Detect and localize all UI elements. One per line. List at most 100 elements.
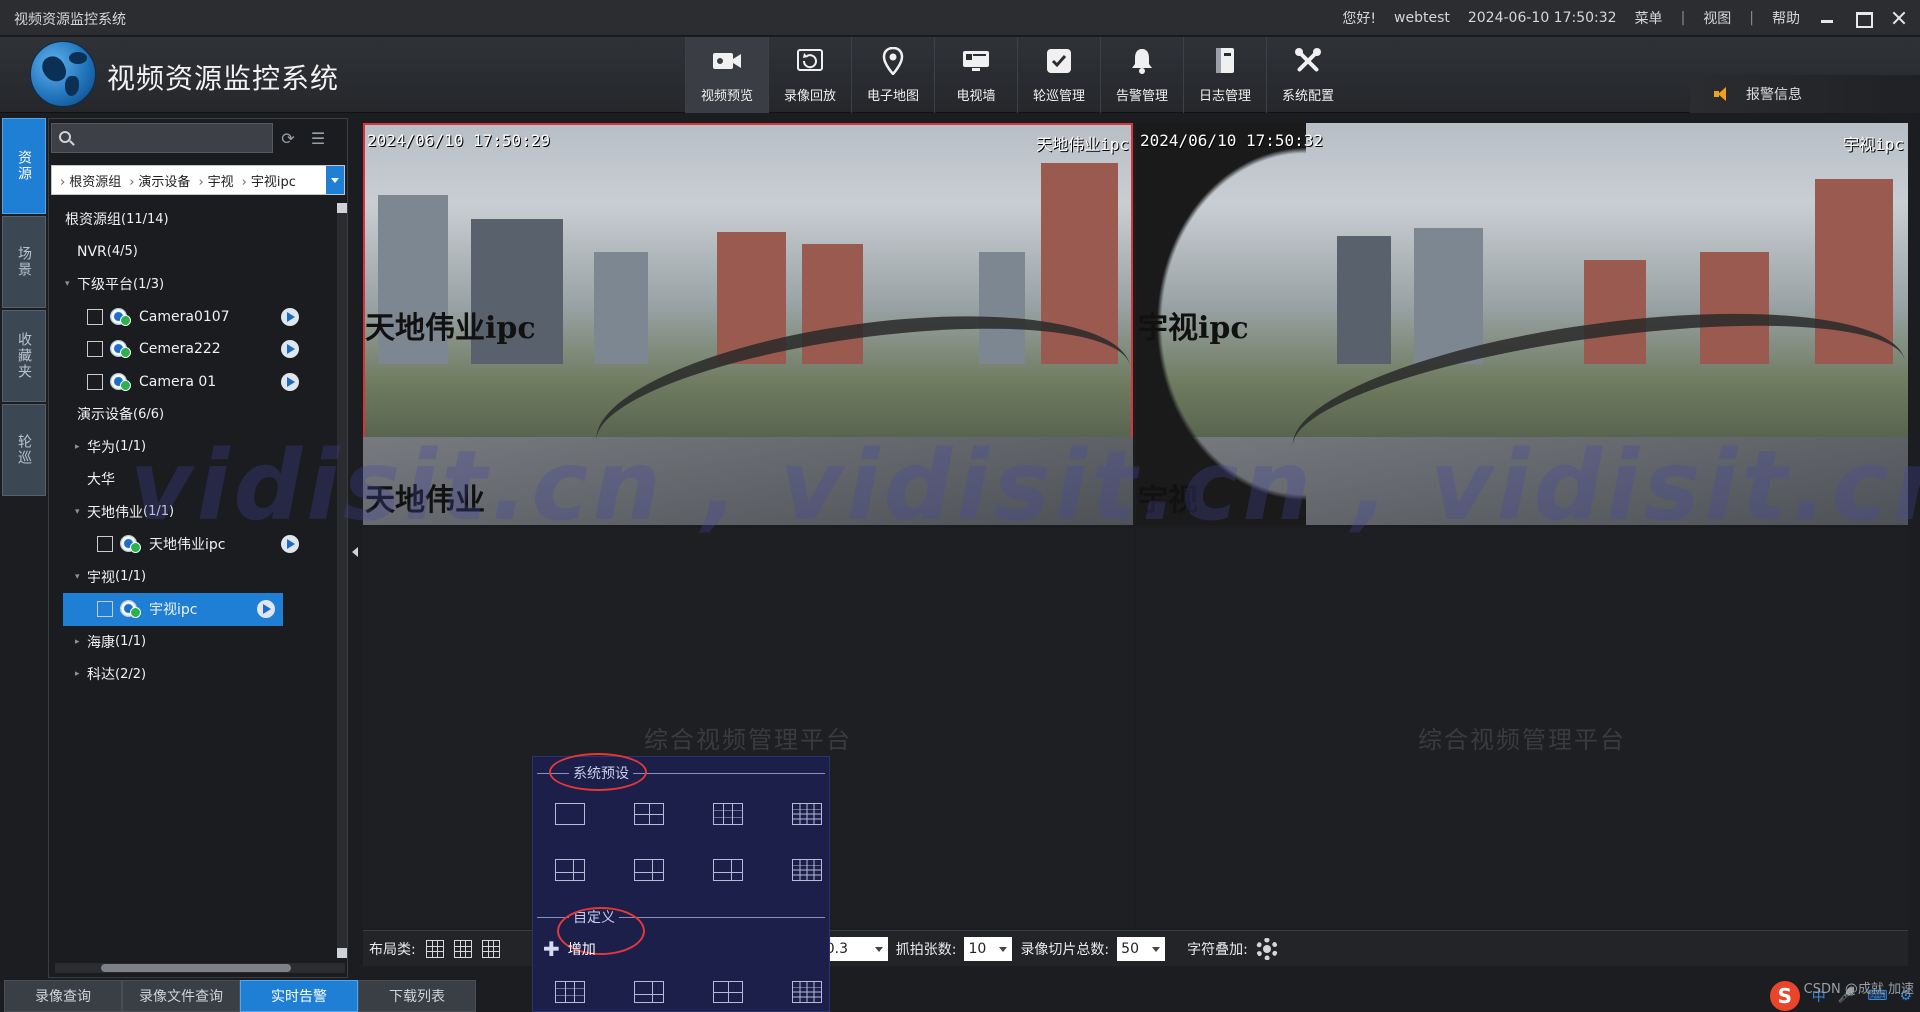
play-icon[interactable] — [257, 600, 275, 619]
nav-video-preview[interactable]: 视频预览 — [685, 37, 768, 113]
tree-camera-item[interactable]: 宇视ipc — [63, 593, 283, 626]
play-icon[interactable] — [281, 535, 299, 554]
menu-item-menu[interactable]: 菜单 — [1635, 8, 1663, 28]
custom-layout-icon[interactable] — [555, 981, 585, 1003]
ime-logo-icon[interactable]: S — [1769, 981, 1800, 1011]
tree-camera-item[interactable]: 天地伟业ipc — [49, 528, 337, 561]
list-view-icon[interactable]: ☰ — [303, 123, 333, 153]
video-cell-4[interactable]: 综合视频管理平台 — [1136, 528, 1908, 928]
search-input[interactable] — [76, 127, 266, 149]
layout-1-icon[interactable] — [555, 803, 585, 825]
caret-right-icon[interactable]: ▸ — [75, 669, 85, 679]
layout-3x3-icon[interactable] — [425, 939, 444, 958]
layout-1plus7-icon[interactable] — [634, 859, 664, 881]
bell-icon — [1126, 45, 1158, 77]
layout-1plus12-icon[interactable] — [792, 859, 822, 881]
nav-record-playback[interactable]: 录像回放 — [768, 37, 851, 113]
gear-icon[interactable] — [1255, 937, 1278, 960]
tab-realtime-alarm[interactable]: 实时告警 — [240, 980, 358, 1012]
alarm-info-button[interactable]: 报警信息 — [1690, 75, 1920, 113]
tree-group-item[interactable]: ▸ 科达 (2/2) — [49, 658, 337, 691]
tree-group-item[interactable]: ▸ 海康 (1/1) — [49, 626, 337, 659]
caret-down-icon[interactable]: ▾ — [65, 279, 75, 289]
caret-down-icon[interactable]: ▾ — [75, 507, 85, 517]
tree-checkbox[interactable] — [97, 536, 113, 553]
breadcrumb-item[interactable]: 宇视 — [190, 171, 234, 190]
refresh-icon[interactable]: ⟳ — [273, 123, 303, 153]
nav-patrol-management[interactable]: 轮巡管理 — [1017, 37, 1100, 113]
tree-camera-item[interactable]: Camera0107 — [49, 301, 337, 334]
layout-grid-icon[interactable] — [453, 939, 472, 958]
close-icon[interactable] — [1890, 9, 1908, 27]
tree-camera-item[interactable]: Camera 01 — [49, 366, 337, 399]
tab-resources[interactable]: 资源 — [2, 118, 46, 214]
layout-popup: 系统预设 自定义 ✚ 增加 — [532, 753, 830, 1012]
record-slices-select[interactable]: 50 — [1117, 936, 1166, 961]
breadcrumb: 根资源组 演示设备 宇视 宇视ipc — [51, 165, 345, 195]
tree-scrollbar-vertical[interactable] — [337, 203, 347, 958]
breadcrumb-item[interactable]: 宇视ipc — [234, 171, 296, 190]
tab-record-file-query[interactable]: 录像文件查询 — [122, 980, 240, 1012]
caret-down-icon[interactable]: ▾ — [75, 572, 85, 582]
tree-checkbox[interactable] — [87, 308, 103, 325]
tree-checkbox[interactable] — [87, 341, 103, 358]
add-layout-button[interactable]: ✚ 增加 — [543, 937, 596, 961]
breadcrumb-dropdown-icon[interactable] — [326, 166, 344, 194]
replay-icon — [794, 45, 826, 77]
maximize-icon[interactable] — [1854, 9, 1873, 28]
tree-group-item[interactable]: 演示设备 (6/6) — [49, 398, 337, 431]
tree-item-count: (1/1) — [115, 634, 147, 650]
panel-collapse-icon[interactable] — [352, 544, 358, 560]
snap-count-select[interactable]: 10 — [964, 936, 1013, 961]
resource-panel: ⟳ ☰ 根资源组 演示设备 宇视 宇视ipc 根资源组(11/14)NVR(4/… — [48, 118, 348, 978]
layout-1plus5-icon[interactable] — [555, 859, 585, 881]
custom-layout-icon[interactable] — [634, 981, 664, 1003]
tab-patrol[interactable]: 轮巡 — [2, 404, 46, 496]
tab-scenes[interactable]: 场景 — [2, 216, 46, 308]
layout-4-icon[interactable] — [634, 803, 664, 825]
video-cell-1[interactable]: 2024/06/10 17:50:29 天地伟业ipc 天地伟业ipc 天地伟业 — [363, 123, 1133, 525]
layout-16-icon[interactable] — [792, 803, 822, 825]
custom-layout-icon[interactable] — [792, 981, 822, 1003]
menu-item-view[interactable]: 视图 — [1703, 8, 1731, 28]
fullscreen-icon[interactable] — [481, 939, 500, 958]
video-cell-2[interactable]: 2024/06/10 17:50:32 宇视ipc 宇视ipc 宇视 — [1136, 123, 1908, 525]
tree-scrollbar-horizontal[interactable] — [55, 963, 345, 973]
custom-layout-icon[interactable] — [713, 981, 743, 1003]
nav-log-management[interactable]: 日志管理 — [1183, 37, 1266, 113]
nav-tv-wall[interactable]: 电视墙 — [934, 37, 1017, 113]
nav-e-map[interactable]: 电子地图 — [851, 37, 934, 113]
tree-group-item[interactable]: ▾ 宇视 (1/1) — [49, 561, 337, 594]
tree-group-item[interactable]: 根资源组 (11/14) — [49, 203, 337, 236]
tab-download-list[interactable]: 下载列表 — [358, 980, 476, 1012]
tree-checkbox[interactable] — [87, 373, 103, 390]
breadcrumb-item[interactable]: 演示设备 — [121, 171, 190, 190]
tree-item-label: NVR — [77, 243, 107, 260]
caret-right-icon[interactable]: ▸ — [75, 442, 85, 452]
caret-right-icon[interactable]: ▸ — [75, 637, 85, 647]
tab-favorites[interactable]: 收藏夹 — [2, 310, 46, 402]
nav-alarm-management[interactable]: 告警管理 — [1100, 37, 1183, 113]
tree-group-item[interactable]: NVR (4/5) — [49, 236, 337, 269]
nav-system-config[interactable]: 系统配置 — [1266, 37, 1349, 113]
breadcrumb-item[interactable]: 根资源组 — [52, 171, 121, 190]
tree-group-item[interactable]: ▾ 下级平台 (1/3) — [49, 268, 337, 301]
play-icon[interactable] — [281, 307, 299, 326]
tree-camera-item[interactable]: Cemera222 — [49, 333, 337, 366]
menu-item-help[interactable]: 帮助 — [1772, 8, 1800, 28]
layout-1plus9-icon[interactable] — [713, 859, 743, 881]
play-icon[interactable] — [281, 372, 299, 391]
tree-checkbox[interactable] — [97, 601, 113, 618]
patrol-check-icon — [1043, 45, 1075, 77]
tree-group-item[interactable]: 大华 — [49, 463, 337, 496]
tree-group-item[interactable]: ▾ 天地伟业 (1/1) — [49, 496, 337, 529]
resource-tree: 根资源组 (11/14) NVR (4/5) ▾ 下级平台 (1/3) Camera0107 C… — [49, 203, 337, 691]
search-row: ⟳ ☰ — [51, 123, 345, 153]
tab-record-query[interactable]: 录像查询 — [4, 980, 122, 1012]
play-icon[interactable] — [281, 340, 299, 359]
tree-group-item[interactable]: ▸ 华为 (1/1) — [49, 431, 337, 464]
layout-9-icon[interactable] — [713, 803, 743, 825]
ratio-select[interactable]: 0.3 — [821, 936, 888, 961]
minimize-icon[interactable] — [1818, 9, 1836, 27]
osd-overlay-text: 宇视 — [1138, 483, 1198, 518]
